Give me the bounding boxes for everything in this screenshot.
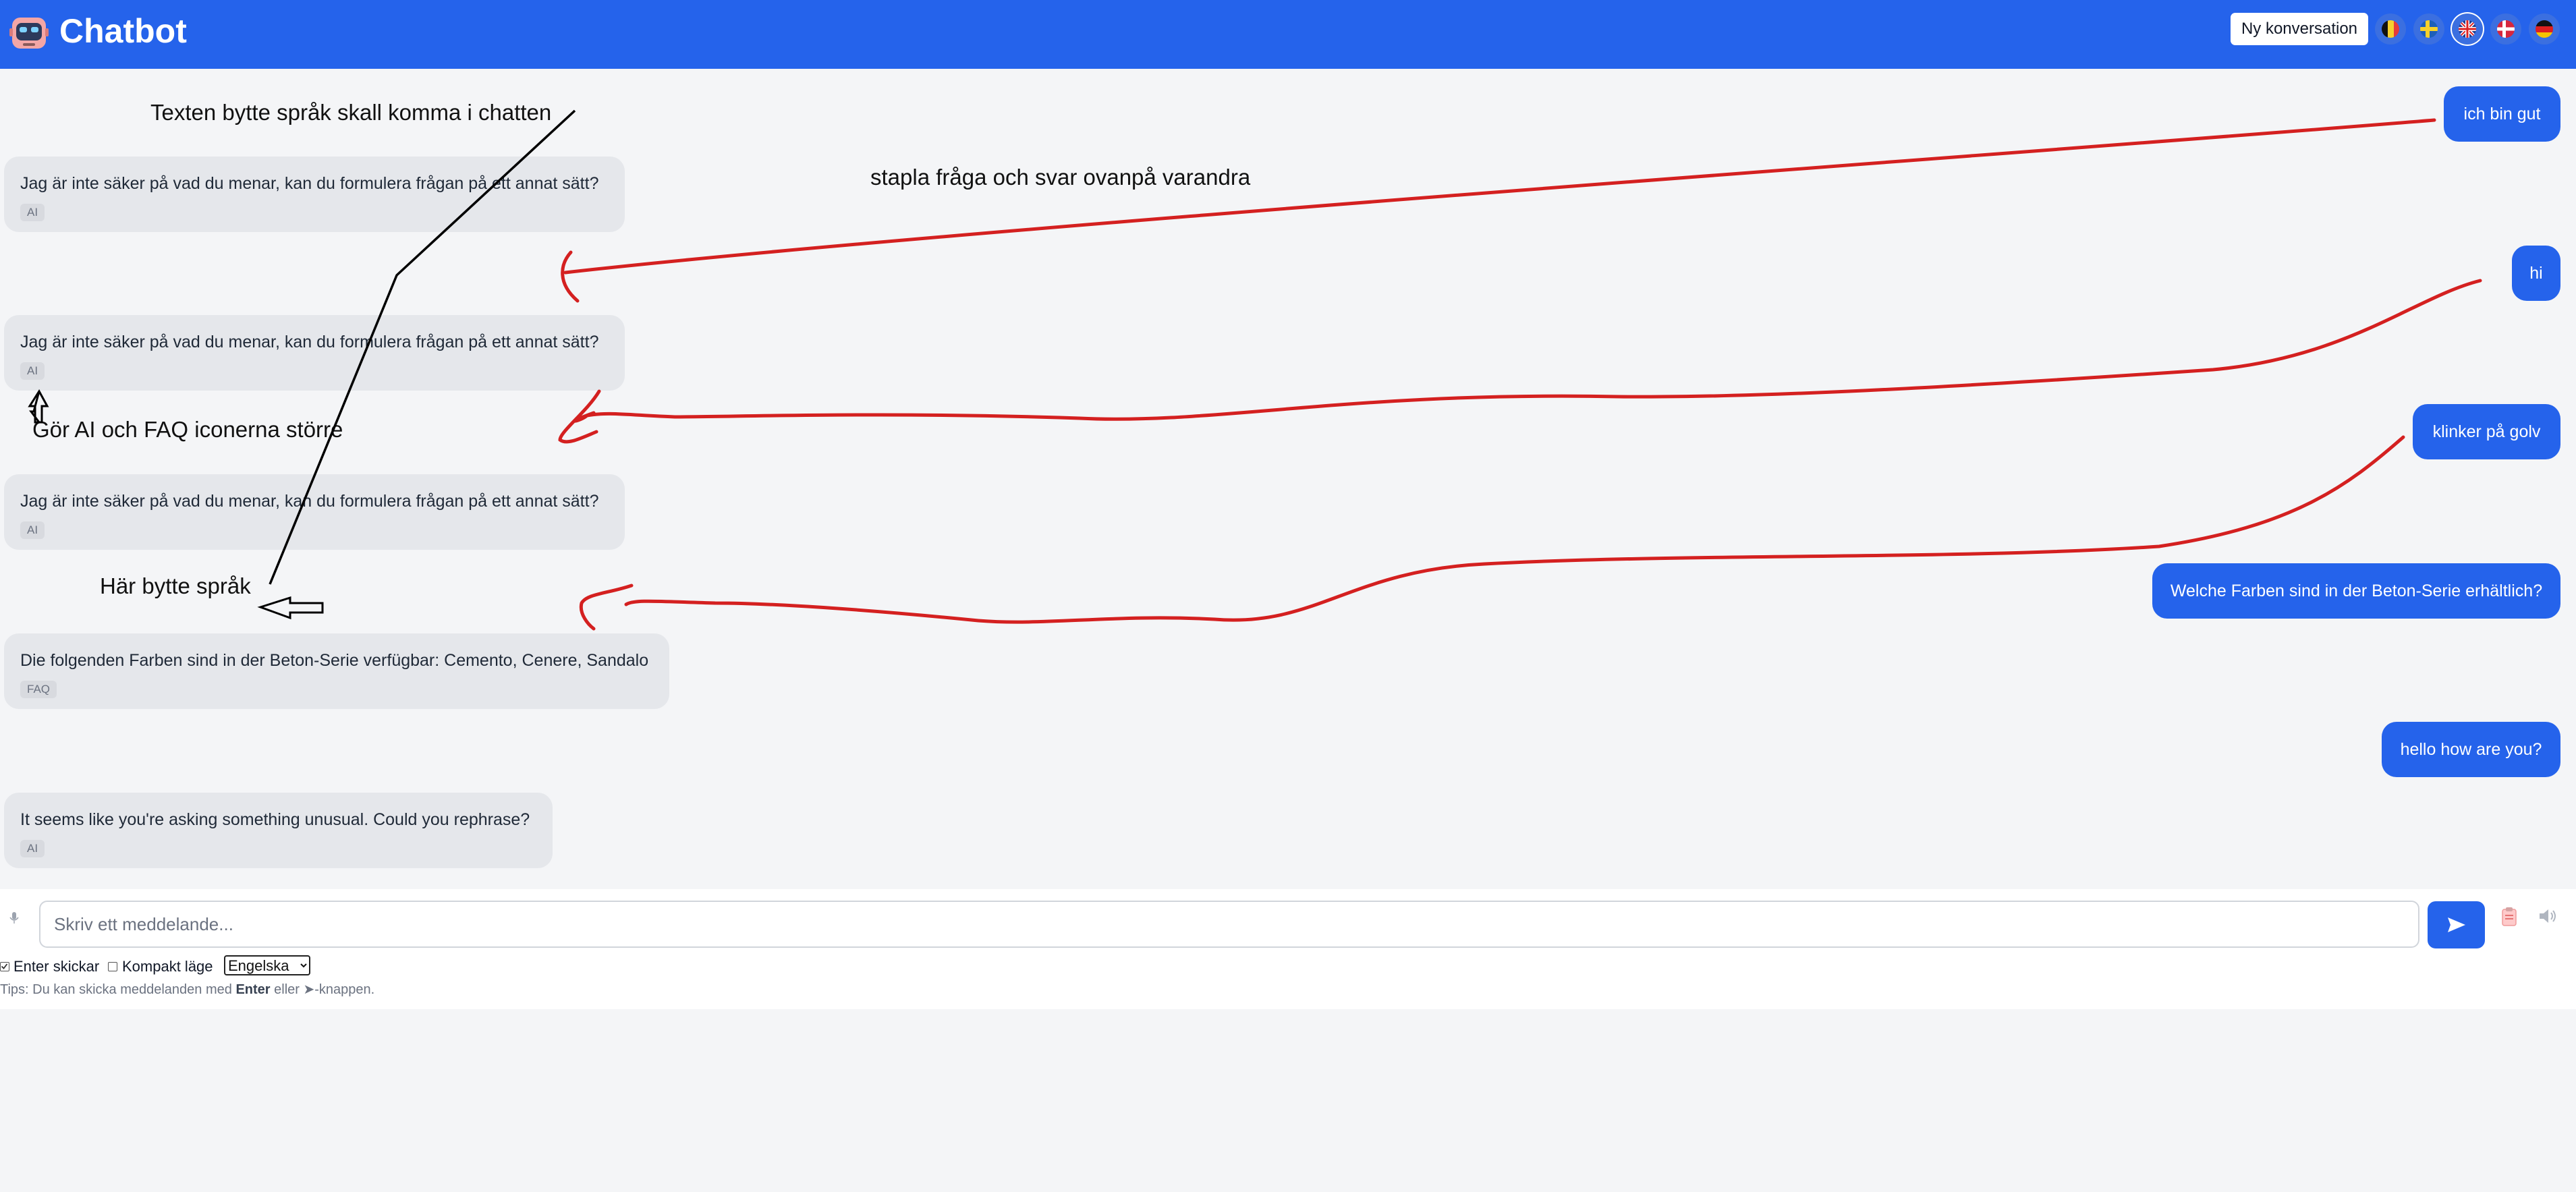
language-button-belgian[interactable] <box>2375 13 2406 45</box>
tips-middle: eller <box>274 982 300 997</box>
annotation-red-arrow-1 <box>561 118 2436 303</box>
user-message: hello how are you? <box>2382 722 2560 777</box>
robot-logo-icon <box>9 18 49 49</box>
language-select[interactable]: Engelska <box>224 955 310 975</box>
checkmark-icon <box>1 963 8 969</box>
user-message: ich bin gut <box>2444 86 2560 142</box>
danish-flag-icon <box>2497 20 2515 38</box>
tips-prefix: Tips: Du kan skicka meddelanden med <box>0 982 232 997</box>
app-title: Chatbot <box>59 12 187 50</box>
tips-text: Tips: Du kan skicka meddelanden med Ente… <box>0 981 374 998</box>
bot-message: Die folgenden Farben sind in der Beton-S… <box>4 633 669 709</box>
message-input[interactable] <box>39 901 2419 948</box>
bot-message-text: Jag är inte säker på vad du menar, kan d… <box>20 333 599 351</box>
send-button[interactable] <box>2428 901 2485 948</box>
compact-mode-label: Kompakt läge <box>122 958 213 975</box>
app-header: Chatbot Ny konversation <box>0 0 2576 69</box>
belgian-flag-icon <box>2382 20 2399 38</box>
tips-suffix: -knappen. <box>314 982 375 997</box>
source-badge: AI <box>20 521 45 539</box>
microphone-icon[interactable] <box>7 911 22 926</box>
source-badge: AI <box>20 840 45 857</box>
source-badge: FAQ <box>20 681 57 698</box>
tips-send-glyph: ➤ <box>303 982 315 997</box>
speaker-icon[interactable] <box>2538 908 2557 924</box>
tips-key: Enter <box>235 982 271 997</box>
annotation-switched-note: Här bytte språk <box>100 573 251 598</box>
user-message: Welche Farben sind in der Beton-Serie er… <box>2152 563 2560 619</box>
bot-message: Jag är inte säker på vad du menar, kan d… <box>4 315 625 391</box>
new-conversation-button[interactable]: Ny konversation <box>2231 13 2368 45</box>
language-button-english[interactable] <box>2452 13 2483 45</box>
source-badge: AI <box>20 204 45 221</box>
user-message: hi <box>2512 246 2560 301</box>
bot-message: Jag är inte säker på vad du menar, kan d… <box>4 157 625 232</box>
annotation-language-note: Texten bytte språk skall komma i chatten <box>150 100 552 125</box>
annotation-stack-note: stapla fråga och svar ovanpå varandra <box>870 165 1251 190</box>
english-flag-icon <box>2459 20 2476 38</box>
bot-message-text: It seems like you're asking something un… <box>20 810 530 829</box>
bot-message: It seems like you're asking something un… <box>4 793 553 868</box>
annotation-red-arrow-3 <box>579 435 2405 631</box>
bot-message-text: Jag är inte säker på vad du menar, kan d… <box>20 174 599 193</box>
annotation-red-arrow-2 <box>558 279 2482 444</box>
swedish-flag-icon <box>2420 20 2438 38</box>
compact-mode-checkbox[interactable] <box>108 962 117 971</box>
enter-sends-label: Enter skickar <box>13 958 100 975</box>
german-flag-icon <box>2536 20 2553 38</box>
bot-message-text: Jag är inte säker på vad du menar, kan d… <box>20 492 599 511</box>
enter-sends-checkbox[interactable] <box>0 962 9 971</box>
send-arrow-icon <box>2447 917 2465 932</box>
language-button-german[interactable] <box>2529 13 2560 45</box>
source-badge: AI <box>20 362 45 380</box>
annotation-icons-note: Gör AI och FAQ iconerna större <box>32 417 343 442</box>
language-button-swedish[interactable] <box>2413 13 2444 45</box>
bot-message: Jag är inte säker på vad du menar, kan d… <box>4 474 625 550</box>
annotation-left-arrow <box>257 596 324 620</box>
clipboard-icon[interactable] <box>2500 907 2518 927</box>
language-button-danish[interactable] <box>2490 13 2521 45</box>
user-message: klinker på golv <box>2413 404 2560 459</box>
bot-message-text: Die folgenden Farben sind in der Beton-S… <box>20 651 649 670</box>
